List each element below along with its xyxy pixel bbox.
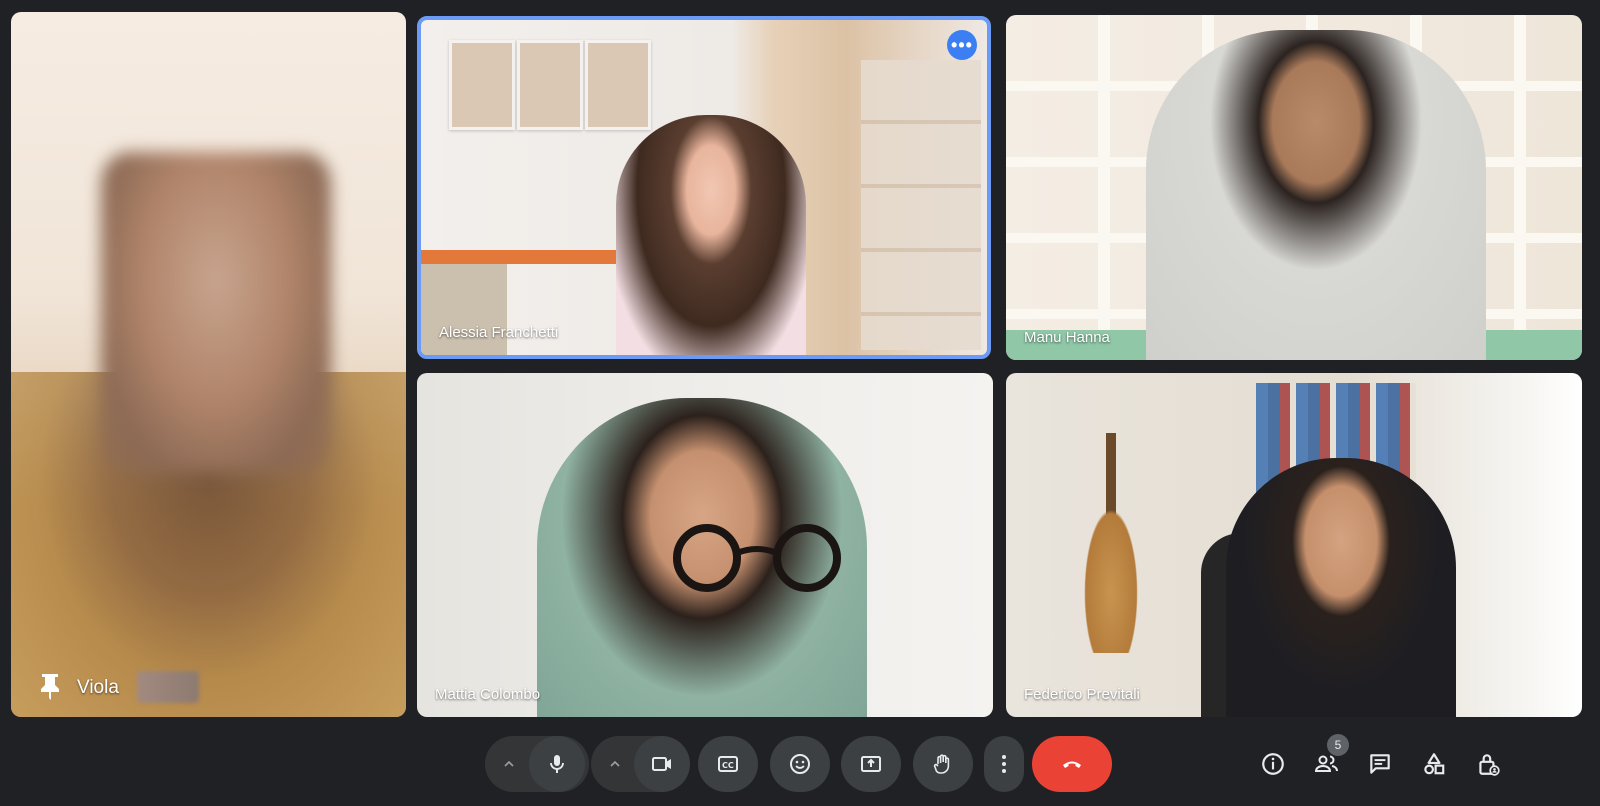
- info-icon: [1262, 753, 1284, 775]
- host-controls-button[interactable]: [1468, 744, 1508, 784]
- host-controls-icon: [1479, 754, 1500, 776]
- participant-tile-alessia-franchetti[interactable]: ••• Alessia Franchetti: [417, 16, 991, 359]
- camera-icon: [652, 757, 671, 771]
- present-screen-icon: [861, 756, 881, 772]
- participant-name: Mattia Colombo: [435, 686, 541, 703]
- svg-text:CC: CC: [722, 761, 734, 770]
- more-vertical-icon: [1002, 755, 1006, 773]
- participant-name: Viola: [77, 677, 119, 698]
- leave-call-button[interactable]: [1032, 736, 1112, 792]
- meeting-details-button[interactable]: [1253, 744, 1293, 784]
- participant-video: [616, 115, 806, 355]
- video-options-chevron-up-icon[interactable]: [593, 736, 637, 792]
- participant-name: Manu Hanna: [1024, 329, 1110, 346]
- raise-hand-button[interactable]: [913, 736, 973, 792]
- glasses: [673, 524, 841, 592]
- name-redaction: [137, 671, 199, 703]
- emoji-button[interactable]: [770, 736, 830, 792]
- cabinet: [421, 264, 507, 355]
- audio-options-chevron-up-icon[interactable]: [487, 736, 531, 792]
- more-options-button[interactable]: [984, 736, 1024, 792]
- raise-hand-icon: [933, 754, 950, 774]
- activities-icon: [1424, 753, 1445, 775]
- pin-icon[interactable]: [37, 671, 63, 701]
- participant-name: Federico Previtali: [1024, 686, 1140, 703]
- more-horizontal-icon[interactable]: •••: [947, 30, 977, 60]
- participant-tile-viola[interactable]: Viola: [11, 12, 406, 717]
- microphone-icon: [550, 755, 564, 773]
- participant-video: [1146, 30, 1486, 360]
- people-button[interactable]: 5: [1307, 734, 1349, 784]
- emoji-icon: [790, 754, 810, 774]
- wall-art: [585, 40, 651, 130]
- wall-art: [449, 40, 515, 130]
- participant-video: [1226, 458, 1456, 717]
- people-count-badge: 5: [1327, 734, 1349, 756]
- chat-icon: [1370, 754, 1390, 774]
- activities-button[interactable]: [1414, 744, 1454, 784]
- guitar: [1066, 453, 1156, 653]
- participant-tile-manu-hanna[interactable]: Manu Hanna: [1006, 15, 1582, 360]
- present-screen-button[interactable]: [841, 736, 901, 792]
- captions-button[interactable]: CC: [698, 736, 758, 792]
- hangup-icon: [1063, 761, 1081, 768]
- participant-name: Alessia Franchetti: [439, 324, 559, 341]
- participant-tile-mattia-colombo[interactable]: Mattia Colombo: [417, 373, 993, 717]
- bookshelf: [861, 60, 981, 350]
- wall-art: [517, 40, 583, 130]
- blurred-face: [101, 152, 331, 472]
- captions-icon: CC: [718, 756, 738, 772]
- microphone-button[interactable]: [529, 736, 585, 792]
- chat-button[interactable]: [1360, 744, 1400, 784]
- meeting-controls: CC 5: [0, 728, 1600, 806]
- participant-tile-federico-previtali[interactable]: Federico Previtali: [1006, 373, 1582, 717]
- camera-button[interactable]: [634, 736, 690, 792]
